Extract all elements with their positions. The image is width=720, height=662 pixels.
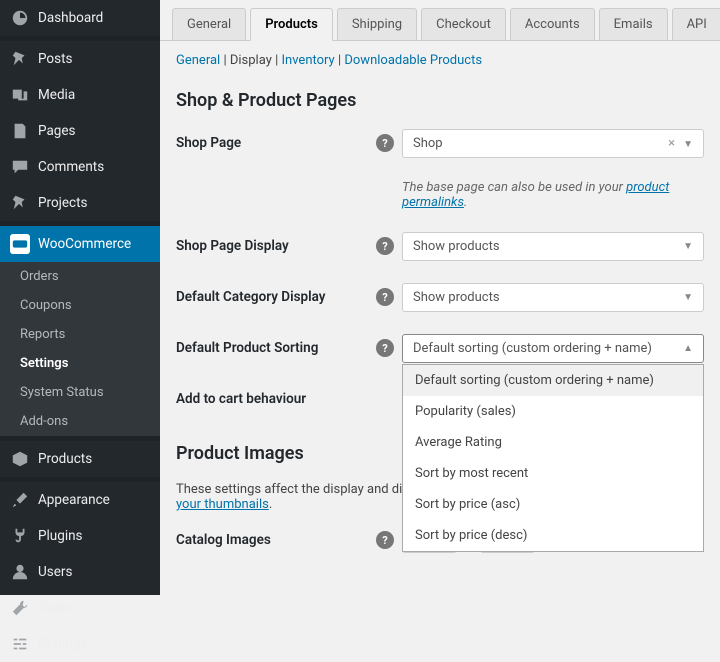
label-catalog-images: Catalog Images [176,526,376,548]
sidebar-item-plugins[interactable]: Plugins [0,518,160,554]
sidebar-sub-addons[interactable]: Add-ons [0,407,160,436]
chevron-down-icon: ▼ [683,292,693,303]
sidebar-item-woocommerce[interactable]: WooCommerce [0,226,160,262]
tab-emails[interactable]: Emails [599,8,668,40]
sidebar-item-label: Pages [38,123,76,139]
subnav-general[interactable]: General [176,53,220,68]
tab-general[interactable]: General [172,8,246,40]
sidebar-item-label: Comments [38,159,104,175]
sidebar-sub-settings[interactable]: Settings [0,349,160,378]
sidebar-sub-reports[interactable]: Reports [0,320,160,349]
user-icon [10,562,30,582]
comment-icon [10,157,30,177]
sort-option[interactable]: Sort by most recent [403,458,703,489]
sidebar-item-label: Appearance [38,492,110,508]
subnav-downloadable[interactable]: Downloadable Products [344,53,482,68]
sidebar-item-tools[interactable]: Tools [0,590,160,626]
shop-page-select[interactable]: Shop × ▼ [402,129,704,158]
sidebar-item-label: Settings [38,636,87,652]
sidebar-item-dashboard[interactable]: Dashboard [0,0,160,36]
sort-options-dropdown: Default sorting (custom ordering + name)… [402,364,704,552]
sidebar-item-pages[interactable]: Pages [0,113,160,149]
sidebar-item-label: Media [38,87,75,103]
tab-accounts[interactable]: Accounts [510,8,595,40]
sort-option[interactable]: Sort by price (asc) [403,489,703,520]
tab-checkout[interactable]: Checkout [421,8,506,40]
sidebar-item-label: Users [38,564,72,580]
select-value: Show products [413,239,500,254]
settings-tabs: General Products Shipping Checkout Accou… [160,0,720,41]
sidebar-item-label: Products [38,451,92,467]
sidebar-item-posts[interactable]: Posts [0,41,160,77]
sidebar-item-label: WooCommerce [38,236,131,252]
sort-option[interactable]: Popularity (sales) [403,396,703,427]
chevron-up-icon: ▲ [683,343,693,354]
label-add-to-cart: Add to cart behaviour [176,385,376,407]
thumbnails-link[interactable]: your thumbnails [176,497,269,512]
subnav-display[interactable]: Display [230,53,272,68]
sort-option[interactable]: Default sorting (custom ordering + name) [403,365,703,396]
sliders-icon [10,634,30,654]
help-icon[interactable]: ? [376,339,394,357]
sidebar-item-label: Posts [38,51,72,67]
sidebar-item-products[interactable]: Products [0,441,160,477]
select-value: Default sorting (custom ordering + name) [413,341,652,356]
woo-icon [10,234,30,254]
media-icon [10,85,30,105]
section-heading-shop: Shop & Product Pages [176,90,704,111]
page-icon [10,121,30,141]
sidebar-item-label: Tools [38,600,71,616]
sidebar-item-label: Dashboard [38,10,103,26]
sidebar-sub-system-status[interactable]: System Status [0,378,160,407]
products-icon [10,449,30,469]
dashboard-icon [10,8,30,28]
sidebar-item-settings[interactable]: Settings [0,626,160,662]
help-icon[interactable]: ? [376,288,394,306]
brush-icon [10,490,30,510]
sidebar-item-label: Plugins [38,528,83,544]
plug-icon [10,526,30,546]
label-default-category: Default Category Display [176,283,376,305]
tab-products[interactable]: Products [250,8,333,41]
wrench-icon [10,598,30,618]
sidebar-item-comments[interactable]: Comments [0,149,160,185]
shop-page-hint: The base page can also be used in your p… [402,180,704,210]
sidebar-item-appearance[interactable]: Appearance [0,482,160,518]
select-value: Show products [413,290,500,305]
help-icon[interactable]: ? [376,237,394,255]
sort-option[interactable]: Average Rating [403,427,703,458]
admin-sidebar: Dashboard Posts Media Pages Comments Pro… [0,0,160,595]
sort-option[interactable]: Sort by price (desc) [403,520,703,551]
sidebar-sub-coupons[interactable]: Coupons [0,291,160,320]
sidebar-item-media[interactable]: Media [0,77,160,113]
tab-shipping[interactable]: Shipping [337,8,417,40]
sidebar-item-label: Projects [38,195,88,211]
help-icon[interactable]: ? [376,531,394,549]
label-default-sort: Default Product Sorting [176,334,376,356]
sidebar-item-users[interactable]: Users [0,554,160,590]
clear-icon[interactable]: × [668,136,675,151]
subnav-inventory[interactable]: Inventory [282,53,335,68]
pin-icon [10,49,30,69]
tab-api[interactable]: API [672,8,720,40]
shop-page-display-select[interactable]: Show products ▼ [402,232,704,261]
default-category-select[interactable]: Show products ▼ [402,283,704,312]
products-subnav: General | Display | Inventory | Download… [160,41,720,76]
chevron-down-icon: ▼ [683,241,693,252]
default-sort-select[interactable]: Default sorting (custom ordering + name)… [402,334,704,363]
select-value: Shop [413,136,443,151]
help-icon[interactable]: ? [376,134,394,152]
label-shop-page: Shop Page [176,129,376,151]
label-shop-page-display: Shop Page Display [176,232,376,254]
pin-icon [10,193,30,213]
main-panel: General Products Shipping Checkout Accou… [160,0,720,595]
sidebar-sub-orders[interactable]: Orders [0,262,160,291]
sidebar-item-projects[interactable]: Projects [0,185,160,221]
chevron-down-icon: ▼ [683,139,693,150]
